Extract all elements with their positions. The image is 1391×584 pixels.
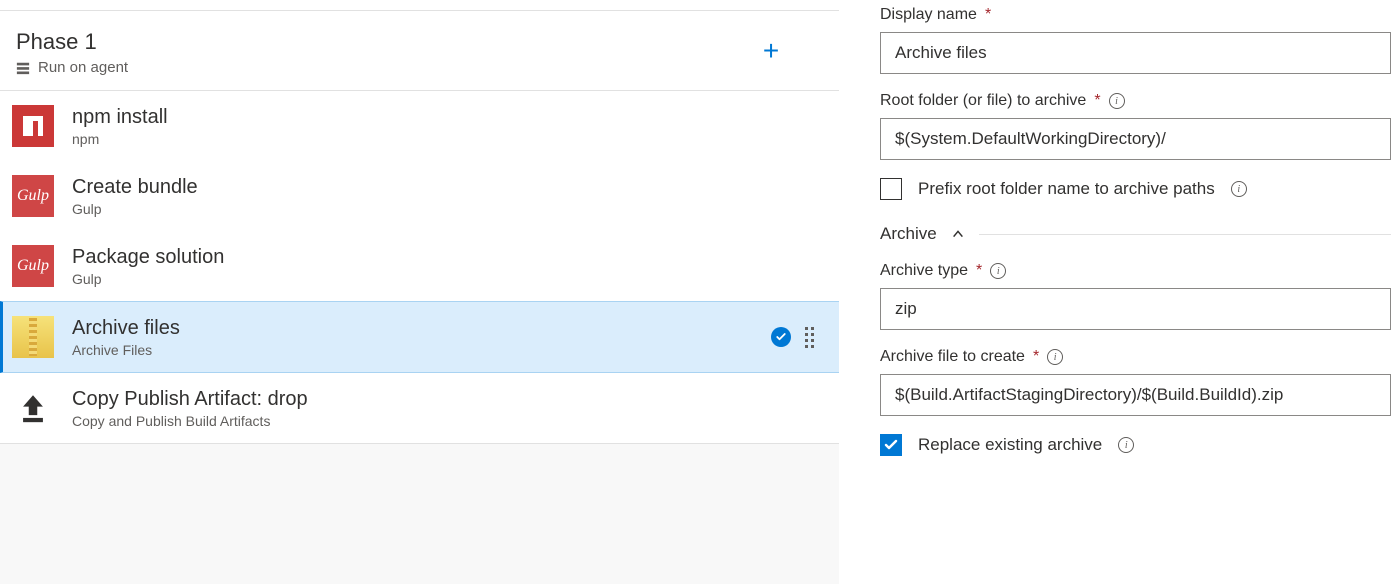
- root-folder-input[interactable]: [880, 118, 1391, 160]
- task-title: Copy Publish Artifact: drop: [72, 388, 823, 411]
- root-folder-label: Root folder (or file) to archive: [880, 92, 1086, 110]
- task-details-panel: Display name * Root folder (or file) to …: [840, 0, 1391, 584]
- tasks-panel: Phase 1 Run on agent + npm install npm G…: [0, 0, 840, 584]
- display-name-input[interactable]: [880, 32, 1391, 74]
- info-icon[interactable]: i: [1047, 349, 1063, 365]
- archive-type-select[interactable]: [880, 288, 1391, 330]
- agent-icon: [16, 61, 30, 75]
- task-title: Archive files: [72, 317, 753, 340]
- task-subtitle: Gulp: [72, 271, 823, 287]
- task-subtitle: Gulp: [72, 201, 823, 217]
- field-replace-existing: Replace existing archive i: [880, 434, 1391, 456]
- task-subtitle: npm: [72, 131, 823, 147]
- task-row[interactable]: Archive files Archive Files: [0, 301, 839, 373]
- required-marker: *: [985, 6, 991, 24]
- enabled-badge-icon: [771, 327, 791, 347]
- task-subtitle: Archive Files: [72, 342, 753, 358]
- drag-handle-icon[interactable]: [805, 325, 819, 349]
- archive-file-label: Archive file to create: [880, 348, 1025, 366]
- display-name-label: Display name: [880, 6, 977, 24]
- required-marker: *: [1033, 348, 1039, 366]
- chevron-up-icon: [951, 227, 965, 241]
- prefix-root-checkbox[interactable]: [880, 178, 902, 200]
- divider: [979, 234, 1391, 235]
- phase-title: Phase 1: [16, 29, 128, 55]
- archive-type-label: Archive type: [880, 262, 968, 280]
- phase-header: Phase 1 Run on agent +: [0, 10, 839, 91]
- replace-existing-checkbox[interactable]: [880, 434, 902, 456]
- task-row[interactable]: npm install npm: [0, 91, 839, 161]
- prefix-root-label: Prefix root folder name to archive paths: [918, 179, 1215, 199]
- task-row[interactable]: Gulp Package solution Gulp: [0, 231, 839, 301]
- task-title: Create bundle: [72, 176, 823, 199]
- task-title: Package solution: [72, 246, 823, 269]
- archive-section-header[interactable]: Archive: [880, 224, 1391, 244]
- required-marker: *: [1094, 92, 1100, 110]
- replace-existing-label: Replace existing archive: [918, 435, 1102, 455]
- task-subtitle: Copy and Publish Build Artifacts: [72, 413, 823, 429]
- spacer: [0, 443, 839, 584]
- archive-section-title: Archive: [880, 224, 937, 244]
- info-icon[interactable]: i: [1109, 93, 1125, 109]
- field-prefix-root: Prefix root folder name to archive paths…: [880, 178, 1391, 200]
- phase-subtitle: Run on agent: [38, 59, 128, 76]
- add-task-button[interactable]: +: [755, 35, 787, 67]
- field-root-folder: Root folder (or file) to archive * i: [880, 92, 1391, 160]
- task-list: npm install npm Gulp Create bundle Gulp …: [0, 91, 839, 443]
- required-marker: *: [976, 262, 982, 280]
- phase-subtitle-row: Run on agent: [16, 59, 128, 76]
- info-icon[interactable]: i: [990, 263, 1006, 279]
- gulp-icon: Gulp: [12, 245, 54, 287]
- field-display-name: Display name *: [880, 6, 1391, 74]
- info-icon[interactable]: i: [1118, 437, 1134, 453]
- task-row[interactable]: Gulp Create bundle Gulp: [0, 161, 839, 231]
- task-title: npm install: [72, 106, 823, 129]
- archive-icon: [12, 316, 54, 358]
- npm-icon: [12, 105, 54, 147]
- upload-icon: [12, 387, 54, 429]
- info-icon[interactable]: i: [1231, 181, 1247, 197]
- task-row[interactable]: Copy Publish Artifact: drop Copy and Pub…: [0, 373, 839, 443]
- field-archive-file: Archive file to create * i: [880, 348, 1391, 416]
- gulp-icon: Gulp: [12, 175, 54, 217]
- archive-file-input[interactable]: [880, 374, 1391, 416]
- field-archive-type: Archive type * i: [880, 262, 1391, 330]
